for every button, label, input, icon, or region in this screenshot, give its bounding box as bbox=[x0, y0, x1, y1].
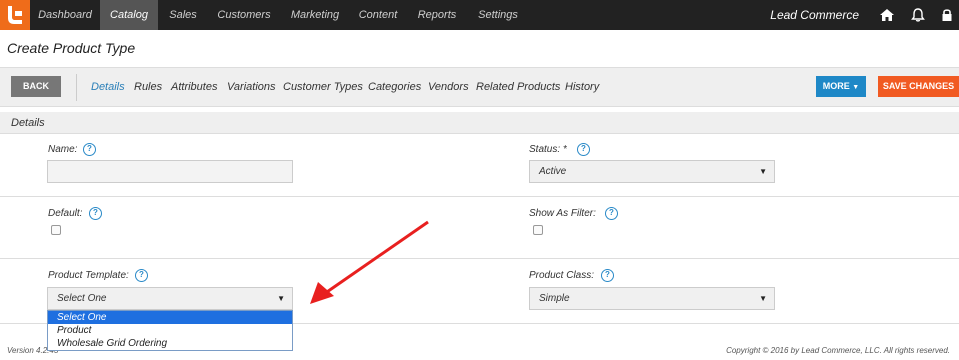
select-caret-icon: ▼ bbox=[759, 167, 767, 176]
product-class-value: Simple bbox=[539, 293, 570, 304]
product-template-select[interactable]: Select One ▼ bbox=[47, 287, 293, 310]
top-navbar: Dashboard Catalog Sales Customers Market… bbox=[0, 0, 959, 30]
nav-content[interactable]: Content bbox=[352, 0, 404, 30]
nav-dashboard[interactable]: Dashboard bbox=[30, 0, 100, 30]
back-button[interactable]: BACK bbox=[11, 76, 61, 97]
lead-commerce-logo[interactable] bbox=[0, 0, 30, 30]
caret-down-icon: ▼ bbox=[852, 84, 860, 91]
nav-settings[interactable]: Settings bbox=[472, 0, 524, 30]
tab-customer-types[interactable]: Customer Types bbox=[283, 81, 363, 93]
product-class-help-icon[interactable]: ? bbox=[601, 269, 614, 282]
more-button[interactable]: MORE ▼ bbox=[816, 76, 866, 97]
tab-related-products[interactable]: Related Products bbox=[476, 81, 560, 93]
details-section-header: Details bbox=[0, 112, 959, 134]
copyright-text: Copyright © 2016 by Lead Commerce, LLC. … bbox=[726, 346, 950, 355]
row-divider bbox=[0, 258, 959, 259]
nav-reports[interactable]: Reports bbox=[412, 0, 462, 30]
dropdown-option-product[interactable]: Product bbox=[48, 324, 292, 337]
nav-customers[interactable]: Customers bbox=[212, 0, 276, 30]
name-help-icon[interactable]: ? bbox=[83, 143, 96, 156]
row-divider bbox=[0, 196, 959, 197]
show-as-filter-checkbox[interactable] bbox=[533, 225, 543, 235]
default-help-icon[interactable]: ? bbox=[89, 207, 102, 220]
tab-details[interactable]: Details bbox=[91, 81, 125, 93]
red-arrow-annotation bbox=[310, 220, 429, 304]
select-caret-icon: ▼ bbox=[759, 294, 767, 303]
status-select[interactable]: Active ▼ bbox=[529, 160, 775, 183]
nav-catalog[interactable]: Catalog bbox=[100, 0, 158, 30]
bell-icon[interactable] bbox=[910, 7, 926, 23]
nav-sales[interactable]: Sales bbox=[160, 0, 206, 30]
tab-vendors[interactable]: Vendors bbox=[428, 81, 469, 93]
tab-rules[interactable]: Rules bbox=[134, 81, 162, 93]
nav-marketing[interactable]: Marketing bbox=[284, 0, 346, 30]
product-class-label: Product Class: bbox=[529, 270, 595, 281]
toolbar-divider bbox=[76, 74, 77, 101]
toolbar: BACK Details Rules Attributes Variations… bbox=[0, 67, 959, 107]
lock-icon[interactable] bbox=[939, 7, 955, 23]
dropdown-option-select-one[interactable]: Select One bbox=[48, 311, 292, 324]
show-as-filter-help-icon[interactable]: ? bbox=[605, 207, 618, 220]
select-caret-icon: ▼ bbox=[277, 294, 285, 303]
tab-attributes[interactable]: Attributes bbox=[171, 81, 217, 93]
section-title: Details bbox=[11, 117, 45, 129]
status-label: Status: * bbox=[529, 144, 567, 155]
show-as-filter-label: Show As Filter: bbox=[529, 208, 596, 219]
status-value: Active bbox=[539, 166, 567, 177]
default-checkbox[interactable] bbox=[51, 225, 61, 235]
name-input[interactable] bbox=[47, 160, 293, 183]
product-template-label: Product Template: bbox=[48, 270, 129, 281]
product-template-dropdown-list: Select One Product Wholesale Grid Orderi… bbox=[47, 310, 293, 351]
default-label: Default: bbox=[48, 208, 83, 219]
product-class-select[interactable]: Simple ▼ bbox=[529, 287, 775, 310]
tab-history[interactable]: History bbox=[565, 81, 599, 93]
home-icon[interactable] bbox=[879, 7, 895, 23]
more-button-label: MORE bbox=[822, 81, 850, 91]
name-label: Name: bbox=[48, 144, 78, 155]
brand-name[interactable]: Lead Commerce bbox=[770, 0, 859, 30]
product-template-value: Select One bbox=[57, 293, 107, 304]
product-template-help-icon[interactable]: ? bbox=[135, 269, 148, 282]
save-changes-button[interactable]: SAVE CHANGES bbox=[878, 76, 959, 97]
status-help-icon[interactable]: ? bbox=[577, 143, 590, 156]
tab-variations[interactable]: Variations bbox=[227, 81, 276, 93]
dropdown-option-wholesale-grid-ordering[interactable]: Wholesale Grid Ordering bbox=[48, 337, 292, 350]
page-title: Create Product Type bbox=[7, 40, 136, 56]
tab-categories[interactable]: Categories bbox=[368, 81, 421, 93]
logo-icon bbox=[8, 6, 22, 24]
